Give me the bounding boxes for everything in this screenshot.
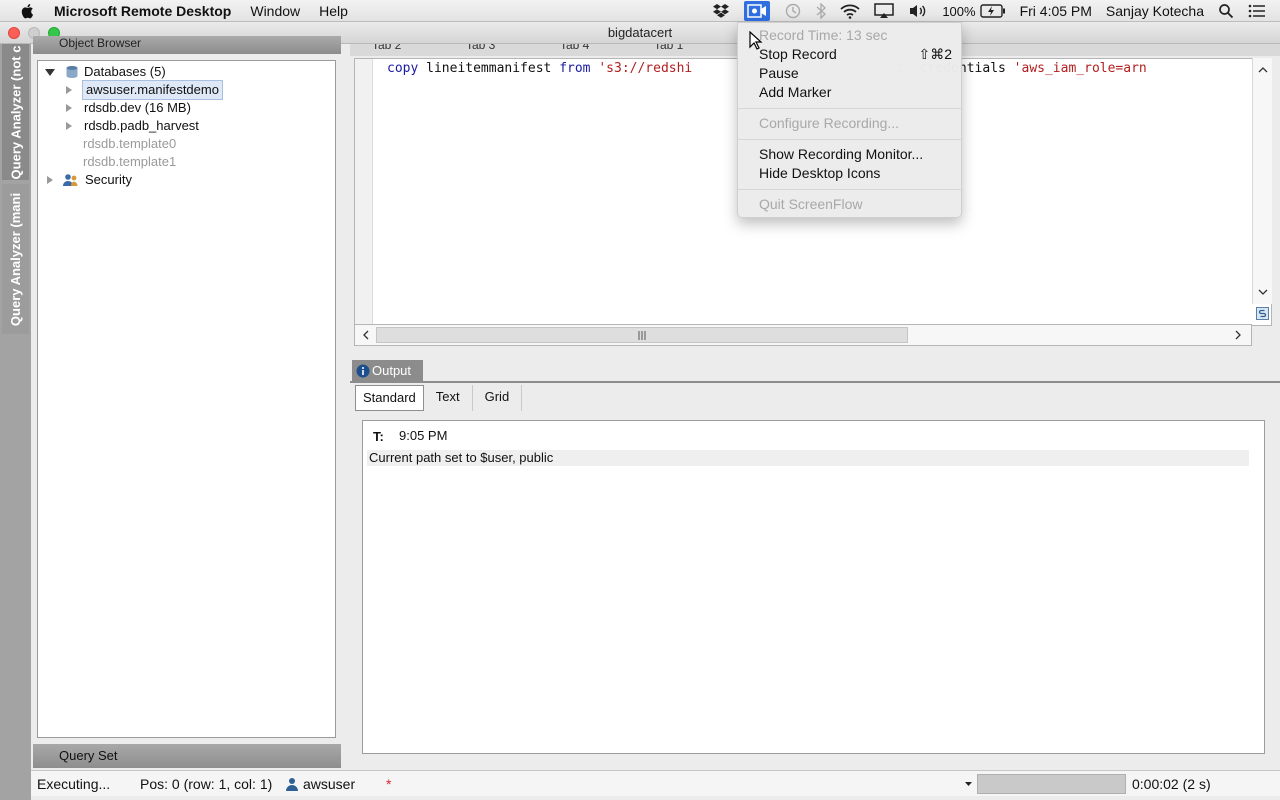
- expand-arrow-icon[interactable]: [66, 104, 72, 112]
- time-machine-icon[interactable]: [784, 3, 802, 19]
- screenflow-record-icon[interactable]: [744, 1, 771, 21]
- hide-desktop-icons-item[interactable]: Hide Desktop Icons: [759, 164, 880, 183]
- mouse-pointer-icon: [749, 31, 763, 50]
- status-state: Executing...: [37, 776, 111, 792]
- expand-arrow-icon[interactable]: [66, 86, 72, 94]
- configure-recording-item: Configure Recording...: [759, 115, 900, 131]
- cursor-position: Pos: 0 (row: 1, col: 1): [140, 776, 273, 792]
- object-browser-header[interactable]: Object Browser: [33, 36, 341, 54]
- close-window-button[interactable]: [8, 27, 20, 39]
- show-recording-monitor-item[interactable]: Show Recording Monitor...: [759, 145, 923, 164]
- scroll-up-arrow-icon[interactable]: [1258, 66, 1268, 73]
- editor-format-icon[interactable]: [1256, 307, 1269, 320]
- window-title: bigdatacert: [607, 25, 673, 40]
- tree-db-rdsdb-dev[interactable]: rdsdb.dev (16 MB): [66, 99, 191, 117]
- database-icon: [66, 66, 78, 78]
- stop-record-item[interactable]: Stop Record ⇧⌘2: [759, 45, 952, 64]
- execution-progress-bar: [977, 774, 1126, 794]
- output-divider: [350, 381, 1280, 383]
- menubar-user[interactable]: Sanjay Kotecha: [1106, 3, 1204, 19]
- status-bar: Executing... Pos: 0 (row: 1, col: 1) aws…: [31, 770, 1280, 796]
- stop-record-shortcut: ⇧⌘2: [918, 46, 952, 62]
- scroll-left-arrow-icon[interactable]: [362, 330, 369, 340]
- spotlight-search-icon[interactable]: [1218, 3, 1234, 19]
- app-menu[interactable]: Microsoft Remote Desktop: [54, 3, 231, 19]
- record-time-item: Record Time: 13 sec: [759, 27, 888, 43]
- vtab-query-analyzer-2[interactable]: Query Analyzer (mani: [2, 184, 29, 334]
- scroll-down-arrow-icon[interactable]: [1258, 289, 1268, 296]
- tree-db-rdsdb-template1[interactable]: rdsdb.template1: [83, 153, 176, 171]
- expand-arrow-icon[interactable]: [47, 176, 53, 184]
- quit-screenflow-item: Quit ScreenFlow: [759, 196, 863, 212]
- battery-charging-icon[interactable]: [979, 4, 1006, 18]
- vertical-tab-strip: Query Analyzer (not c Query Analyzer (ma…: [0, 44, 31, 800]
- battery-percent[interactable]: 100%: [942, 4, 975, 19]
- object-browser-tree: Databases (5) awsuser.manifestdemo rdsdb…: [37, 60, 336, 738]
- users-icon: [63, 174, 78, 186]
- menu-separator: [738, 189, 963, 190]
- menu-separator: [738, 108, 963, 109]
- editor-tab[interactable]: Tab 2: [372, 44, 401, 52]
- query-set-header[interactable]: Query Set: [33, 744, 341, 768]
- modified-indicator: *: [386, 776, 392, 792]
- pause-item[interactable]: Pause: [759, 64, 799, 83]
- tree-db-rdsdb-padb-harvest[interactable]: rdsdb.padb_harvest: [66, 117, 199, 135]
- info-icon: [356, 364, 370, 378]
- tree-databases[interactable]: Databases (5): [45, 63, 166, 81]
- tree-security[interactable]: Security: [47, 171, 132, 189]
- editor-gutter: [355, 59, 373, 325]
- tab-text[interactable]: Text: [424, 385, 473, 411]
- window-menu[interactable]: Window: [250, 3, 300, 19]
- output-messages: T: 9:05 PM Current path set to $user, pu…: [362, 420, 1265, 754]
- editor-horizontal-scrollbar[interactable]: [354, 324, 1252, 346]
- scroll-right-arrow-icon[interactable]: [1235, 330, 1242, 340]
- add-marker-item[interactable]: Add Marker: [759, 83, 831, 102]
- vtab-query-analyzer-1[interactable]: Query Analyzer (not c: [2, 44, 29, 180]
- tree-db-awsuser-manifestdemo[interactable]: awsuser.manifestdemo: [66, 80, 223, 100]
- apple-icon[interactable]: [20, 3, 36, 19]
- tab-grid[interactable]: Grid: [473, 385, 523, 411]
- bluetooth-icon[interactable]: [816, 3, 827, 19]
- user-icon: [286, 778, 298, 791]
- help-menu[interactable]: Help: [319, 3, 348, 19]
- time-label: T:: [373, 429, 384, 444]
- grip-icon: [638, 331, 646, 340]
- editor-tab[interactable]: Tab 4: [560, 44, 589, 52]
- screenflow-menu: Record Time: 13 sec Stop Record ⇧⌘2 Paus…: [737, 22, 963, 218]
- airplay-icon[interactable]: [874, 3, 895, 19]
- wifi-icon[interactable]: [840, 4, 860, 19]
- output-message: Current path set to $user, public: [367, 450, 1249, 466]
- elapsed-time: 0:00:02 (2 s): [1132, 776, 1211, 792]
- dropbox-icon[interactable]: [712, 3, 730, 19]
- tab-standard[interactable]: Standard: [355, 385, 424, 411]
- volume-icon[interactable]: [908, 3, 928, 19]
- editor-tab[interactable]: Tab 1: [654, 44, 683, 52]
- status-user: awsuser: [303, 776, 356, 792]
- output-timestamp: 9:05 PM: [399, 428, 448, 443]
- menubar-clock[interactable]: Fri 4:05 PM: [1020, 3, 1092, 19]
- horizontal-scroll-thumb[interactable]: [376, 327, 908, 343]
- menu-separator: [738, 139, 963, 140]
- notification-center-icon[interactable]: [1248, 4, 1266, 18]
- tree-db-rdsdb-template0[interactable]: rdsdb.template0: [83, 135, 176, 153]
- expand-arrow-icon[interactable]: [66, 122, 72, 130]
- editor-tab[interactable]: Tab 3: [466, 44, 495, 52]
- editor-vertical-scrollbar[interactable]: [1252, 58, 1272, 304]
- output-view-tabs: Standard Text Grid: [355, 385, 523, 411]
- output-panel-tab[interactable]: Output: [352, 360, 423, 382]
- collapse-arrow-icon[interactable]: [45, 68, 55, 76]
- dropdown-arrow-icon[interactable]: [965, 782, 972, 787]
- macos-menu-bar: Microsoft Remote Desktop Window Help 100…: [0, 0, 1280, 22]
